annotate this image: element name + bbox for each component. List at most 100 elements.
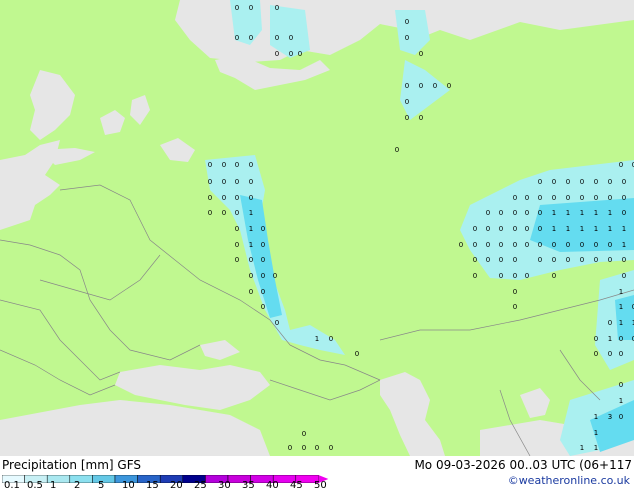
svg-text:0: 0 xyxy=(208,209,212,217)
svg-text:0: 0 xyxy=(275,319,279,327)
svg-text:0: 0 xyxy=(525,272,529,280)
svg-text:0: 0 xyxy=(419,50,423,58)
scale-tick-label: 30 xyxy=(218,480,231,491)
svg-text:0: 0 xyxy=(525,241,529,249)
svg-text:0: 0 xyxy=(235,161,239,169)
svg-text:0: 0 xyxy=(235,241,239,249)
svg-text:1: 1 xyxy=(594,413,598,421)
svg-text:0: 0 xyxy=(208,161,212,169)
svg-text:0: 0 xyxy=(288,444,292,452)
svg-text:0: 0 xyxy=(249,256,253,264)
svg-text:0: 0 xyxy=(608,241,612,249)
svg-text:3: 3 xyxy=(608,413,612,421)
scale-tick-label: 2 xyxy=(74,480,81,491)
svg-text:0: 0 xyxy=(235,256,239,264)
svg-text:0: 0 xyxy=(249,272,253,280)
svg-text:0: 0 xyxy=(513,288,517,296)
svg-text:0: 0 xyxy=(405,34,409,42)
gulf-of-bothnia xyxy=(30,70,75,140)
svg-text:0: 0 xyxy=(249,178,253,186)
svg-text:0: 0 xyxy=(302,430,306,438)
svg-text:0: 0 xyxy=(261,241,265,249)
svg-text:1: 1 xyxy=(315,335,319,343)
svg-text:0: 0 xyxy=(513,225,517,233)
lake-ladoga xyxy=(100,110,125,135)
svg-text:0: 0 xyxy=(222,161,226,169)
svg-text:0: 0 xyxy=(261,225,265,233)
scale-tick-label: 0.1 xyxy=(4,480,20,491)
scale-tick-label: 25 xyxy=(194,480,207,491)
svg-text:1: 1 xyxy=(608,335,612,343)
svg-text:0: 0 xyxy=(499,272,503,280)
map-svg: 000 0000 000 000 0000 00 0 0 0000 0000 00… xyxy=(0,0,634,456)
svg-text:0: 0 xyxy=(538,225,542,233)
svg-text:0: 0 xyxy=(622,178,626,186)
svg-text:0: 0 xyxy=(405,114,409,122)
svg-text:0: 0 xyxy=(538,256,542,264)
svg-text:0: 0 xyxy=(552,256,556,264)
svg-text:0: 0 xyxy=(538,194,542,202)
legend-footer: Precipitation [mm] GFS Mo 09-03-2026 00.… xyxy=(0,456,634,491)
svg-text:1: 1 xyxy=(619,288,623,296)
svg-text:0: 0 xyxy=(249,34,253,42)
svg-text:0: 0 xyxy=(235,34,239,42)
svg-text:0: 0 xyxy=(538,241,542,249)
svg-text:0: 0 xyxy=(619,161,623,169)
svg-text:1: 1 xyxy=(619,319,623,327)
svg-text:1: 1 xyxy=(608,209,612,217)
svg-text:0: 0 xyxy=(329,335,333,343)
svg-text:0: 0 xyxy=(525,225,529,233)
svg-text:0: 0 xyxy=(622,256,626,264)
svg-text:0: 0 xyxy=(619,350,623,358)
svg-text:0: 0 xyxy=(538,209,542,217)
svg-text:0: 0 xyxy=(222,178,226,186)
svg-text:0: 0 xyxy=(594,241,598,249)
svg-text:1: 1 xyxy=(580,225,584,233)
forecast-timestamp: Mo 09-03-2026 00..03 UTC (06+117 xyxy=(414,458,632,472)
svg-text:0: 0 xyxy=(235,4,239,12)
svg-text:0: 0 xyxy=(499,225,503,233)
svg-text:1: 1 xyxy=(594,225,598,233)
svg-text:0: 0 xyxy=(433,82,437,90)
svg-text:0: 0 xyxy=(608,194,612,202)
scale-tick-label: 50 xyxy=(314,480,327,491)
svg-text:0: 0 xyxy=(275,4,279,12)
aral-sea xyxy=(520,388,550,418)
svg-text:0: 0 xyxy=(608,178,612,186)
svg-text:0: 0 xyxy=(289,34,293,42)
svg-text:1: 1 xyxy=(249,225,253,233)
svg-text:0: 0 xyxy=(235,225,239,233)
svg-text:0: 0 xyxy=(222,194,226,202)
svg-text:0: 0 xyxy=(302,444,306,452)
svg-text:1: 1 xyxy=(552,209,556,217)
svg-text:0: 0 xyxy=(261,288,265,296)
svg-text:0: 0 xyxy=(459,241,463,249)
scale-tick-label: 15 xyxy=(146,480,159,491)
scale-tick-label: 10 xyxy=(122,480,135,491)
scale-tick-label: 45 xyxy=(290,480,303,491)
svg-text:0: 0 xyxy=(315,444,319,452)
svg-text:0: 0 xyxy=(622,209,626,217)
svg-text:0: 0 xyxy=(608,350,612,358)
svg-text:0: 0 xyxy=(525,194,529,202)
svg-text:0: 0 xyxy=(580,256,584,264)
svg-text:0: 0 xyxy=(486,256,490,264)
svg-text:0: 0 xyxy=(513,194,517,202)
svg-text:0: 0 xyxy=(513,303,517,311)
svg-text:0: 0 xyxy=(525,209,529,217)
scale-tick-label: 35 xyxy=(242,480,255,491)
svg-text:0: 0 xyxy=(261,272,265,280)
svg-text:0: 0 xyxy=(622,272,626,280)
svg-text:0: 0 xyxy=(275,50,279,58)
southern-land xyxy=(0,400,270,456)
svg-text:0: 0 xyxy=(538,178,542,186)
svg-text:0: 0 xyxy=(552,272,556,280)
svg-text:0: 0 xyxy=(208,194,212,202)
credit-link[interactable]: ©weatheronline.co.uk xyxy=(508,474,630,487)
svg-text:0: 0 xyxy=(249,161,253,169)
svg-text:0: 0 xyxy=(580,178,584,186)
svg-text:0: 0 xyxy=(594,256,598,264)
precipitation-map[interactable]: 000 0000 000 000 0000 000 0 0000 0000 00… xyxy=(0,0,634,456)
svg-text:0: 0 xyxy=(594,350,598,358)
svg-text:0: 0 xyxy=(513,272,517,280)
